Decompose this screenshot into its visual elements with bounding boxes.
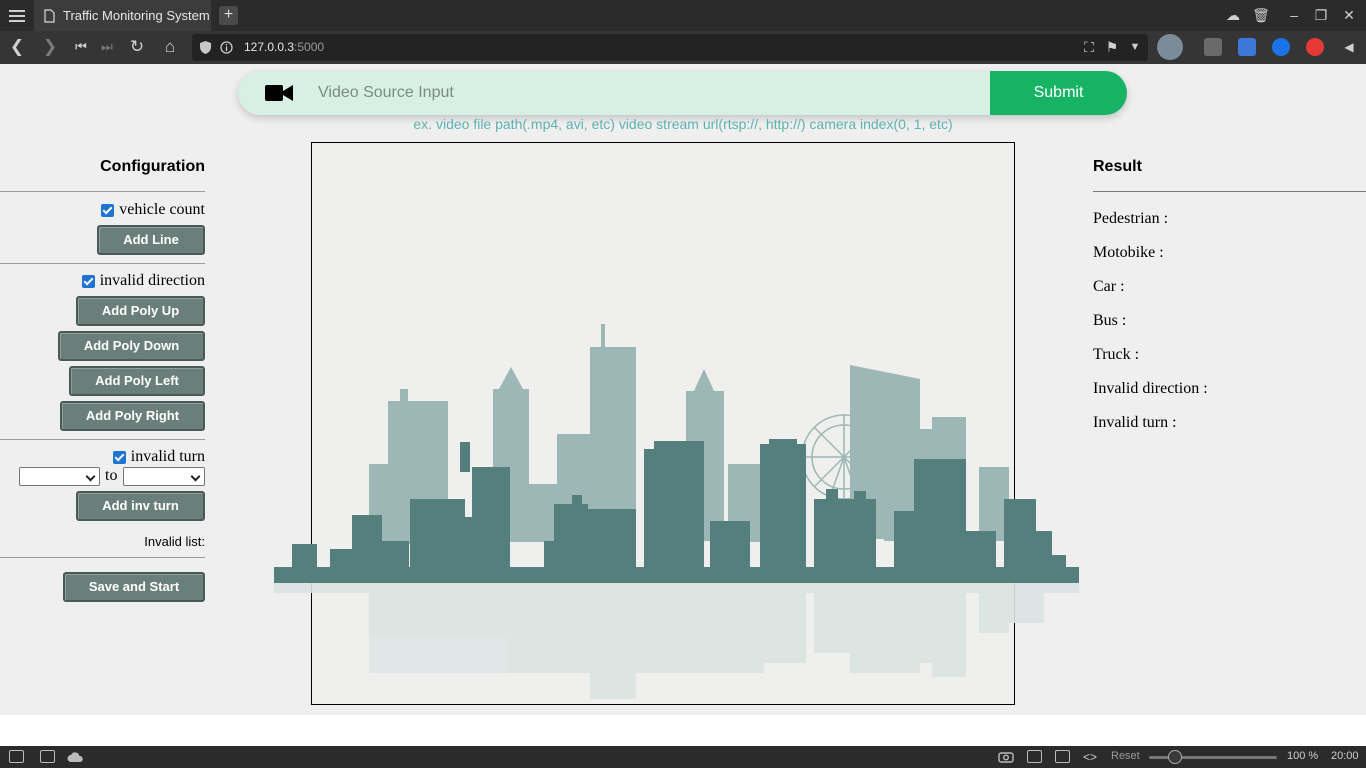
result-invalid-direction: Invalid direction : <box>1093 380 1208 397</box>
save-and-start-button[interactable]: Save and Start <box>63 572 205 602</box>
address-bar[interactable]: 127.0.0.3:5000 ⛶ ⚑ ▼ <box>192 34 1148 61</box>
url-text[interactable]: 127.0.0.3:5000 <box>244 40 324 54</box>
vehicle-count-option[interactable]: vehicle count <box>101 201 205 219</box>
add-poly-left-button[interactable]: Add Poly Left <box>69 366 205 396</box>
image-icon[interactable] <box>1055 750 1070 763</box>
clock: 20:00 <box>1331 750 1359 762</box>
browser-navbar: ❮ ❯ ⏮ ⏭ ↻ ⌂ 127.0.0.3:5000 ⛶ ⚑ ▼ ◀ <box>0 31 1366 64</box>
invalid-turn-checkbox[interactable] <box>112 450 126 464</box>
reload-icon[interactable]: ↻ <box>126 36 148 58</box>
dropdown-icon[interactable]: ▼ <box>1124 36 1146 58</box>
profile-avatar[interactable] <box>1157 34 1183 60</box>
result-title: Result <box>1093 158 1142 175</box>
invalid-turn-option[interactable]: invalid turn <box>112 448 205 466</box>
block-extension-icon[interactable] <box>1306 38 1324 56</box>
add-inv-turn-button[interactable]: Add inv turn <box>76 491 205 521</box>
home-icon[interactable]: ⌂ <box>159 36 181 58</box>
browser-tab[interactable]: Traffic Monitoring System <box>34 0 211 31</box>
shield-icon[interactable] <box>200 41 211 54</box>
add-poly-down-button[interactable]: Add Poly Down <box>58 331 205 361</box>
video-source-bar: Submit <box>238 71 1127 115</box>
to-label: to <box>105 467 118 484</box>
vehicle-count-label: vehicle count <box>119 201 205 218</box>
cloud-icon[interactable]: ☁ <box>1222 4 1244 26</box>
new-tab-button[interactable]: + <box>219 6 238 25</box>
translate-icon[interactable] <box>1238 38 1256 56</box>
add-line-button[interactable]: Add Line <box>97 225 205 255</box>
zoom-slider-knob[interactable] <box>1168 750 1182 764</box>
result-motobike: Motobike : <box>1093 244 1164 261</box>
code-icon[interactable]: <> <box>1083 750 1097 764</box>
rewind-icon[interactable]: ⏮ <box>70 36 92 58</box>
url-port: :5000 <box>294 40 325 54</box>
reset-zoom-button[interactable]: Reset <box>1111 750 1140 762</box>
configuration-title: Configuration <box>100 158 205 175</box>
info-icon[interactable] <box>220 41 233 54</box>
minimize-icon[interactable]: – <box>1283 4 1305 26</box>
result-panel: Result Pedestrian : Motobike : Car : Bus… <box>1093 64 1366 715</box>
tab-title: Traffic Monitoring System <box>63 8 210 23</box>
divider <box>0 263 205 264</box>
divider <box>0 557 205 558</box>
divider <box>0 439 205 440</box>
city-skyline-image <box>274 324 1079 699</box>
bird-extension-icon[interactable] <box>1272 38 1290 56</box>
divider <box>1093 191 1366 192</box>
page-bottom-area <box>0 715 1366 746</box>
turn-from-select[interactable] <box>19 467 100 486</box>
page-icon <box>44 8 55 23</box>
result-bus: Bus : <box>1093 312 1127 329</box>
result-car: Car : <box>1093 278 1125 295</box>
extension-icon[interactable] <box>1204 38 1222 56</box>
sidebar-toggle-icon[interactable]: ◀ <box>1338 36 1360 58</box>
trash-icon[interactable]: 🗑 <box>1250 4 1272 26</box>
back-icon[interactable]: ❮ <box>6 36 28 58</box>
close-icon[interactable]: ✕ <box>1338 4 1360 26</box>
invalid-direction-checkbox[interactable] <box>81 274 95 288</box>
sync-cloud-icon[interactable] <box>67 751 84 763</box>
add-poly-up-button[interactable]: Add Poly Up <box>76 296 205 326</box>
invalid-turn-label: invalid turn <box>130 448 205 465</box>
fast-forward-icon[interactable]: ⏭ <box>96 36 118 58</box>
browser-titlebar: Traffic Monitoring System + ☁ 🗑 – ❐ ✕ <box>0 0 1366 31</box>
browser-menu-icon[interactable] <box>6 6 28 26</box>
invalid-direction-option[interactable]: invalid direction <box>81 272 205 290</box>
add-poly-right-button[interactable]: Add Poly Right <box>60 401 205 431</box>
result-invalid-turn: Invalid turn : <box>1093 414 1177 431</box>
tab-tiling-icon[interactable] <box>40 750 55 763</box>
page-content: Submit ex. video file path(.mp4, avi, et… <box>0 64 1366 715</box>
result-pedestrian: Pedestrian : <box>1093 210 1169 227</box>
video-source-input[interactable] <box>318 71 978 115</box>
invalid-direction-label: invalid direction <box>99 272 205 289</box>
bookmark-icon[interactable]: ⚑ <box>1101 36 1123 58</box>
panel-toggle-icon[interactable] <box>9 750 24 763</box>
zoom-level: 100 % <box>1287 750 1319 762</box>
forward-icon[interactable]: ❯ <box>39 36 61 58</box>
vehicle-count-checkbox[interactable] <box>101 203 115 217</box>
video-camera-icon <box>265 85 293 101</box>
result-truck: Truck : <box>1093 346 1140 363</box>
restore-icon[interactable]: ❐ <box>1310 4 1332 26</box>
configuration-panel: Configuration vehicle count Add Line inv… <box>0 64 205 715</box>
turn-to-select[interactable] <box>123 467 205 486</box>
browser-statusbar: <> Reset 100 % 20:00 <box>0 746 1366 768</box>
window-icon[interactable] <box>1027 750 1042 763</box>
screenshot-icon[interactable] <box>998 750 1014 763</box>
url-host: 127.0.0.3 <box>244 40 295 54</box>
invalid-list-label: Invalid list: <box>144 534 205 549</box>
divider <box>0 191 205 192</box>
capture-icon[interactable]: ⛶ <box>1078 36 1100 58</box>
